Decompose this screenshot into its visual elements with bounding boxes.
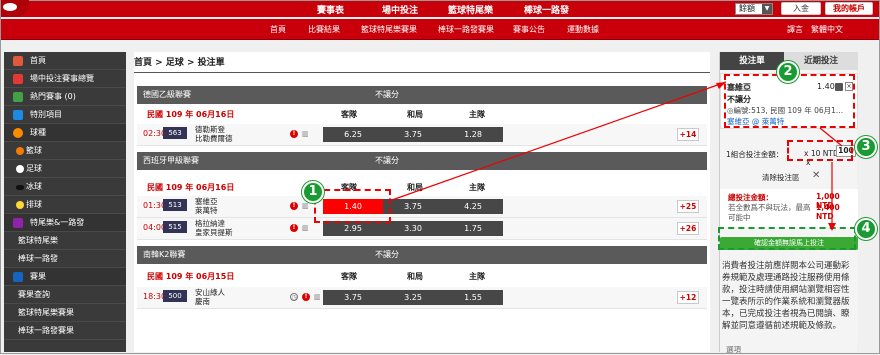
arrow-to-slip — [391, 81, 727, 201]
annotation-step-1: 1 — [302, 181, 324, 203]
annotation-step-3: 3 — [855, 136, 877, 158]
arrow-head — [716, 82, 726, 89]
annotation-step-4: 4 — [855, 218, 877, 240]
annotation-step-2: 2 — [777, 61, 799, 83]
arrow-to-stake — [819, 127, 843, 147]
arrow-head — [828, 223, 836, 231]
annotation-arrows — [391, 81, 843, 231]
